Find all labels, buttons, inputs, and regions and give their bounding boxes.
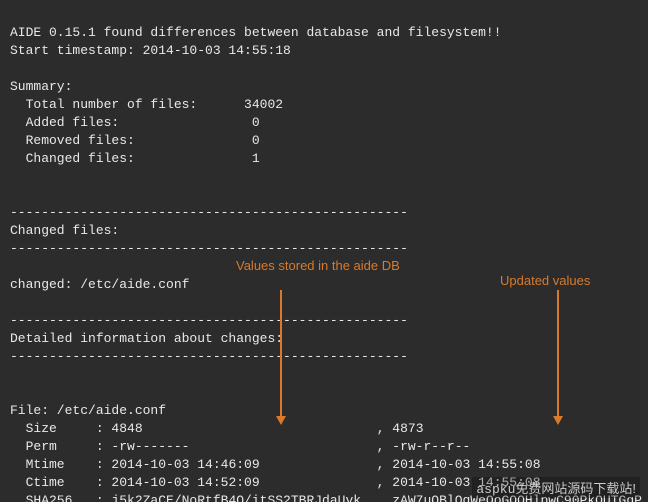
- separator: ----------------------------------------…: [10, 241, 408, 256]
- arrow-head-db: [276, 416, 286, 425]
- attr-mtime-db: 2014-10-03 14:46:09: [111, 457, 259, 472]
- annotation-updated-values: Updated values: [500, 273, 590, 288]
- changed-files-title: Changed files:: [10, 223, 119, 238]
- aide-header-line: AIDE 0.15.1 found differences between da…: [10, 25, 501, 40]
- detailed-title: Detailed information about changes:: [10, 331, 283, 346]
- annotation-db-values: Values stored in the aide DB: [236, 258, 400, 273]
- start-timestamp: Start timestamp: 2014-10-03 14:55:18: [10, 43, 291, 58]
- attr-perm-label: Perm :: [10, 439, 111, 454]
- summary-total-value: 34002: [244, 97, 283, 112]
- terminal-output: AIDE 0.15.1 found differences between da…: [0, 0, 648, 502]
- attr-sha256-comma: ,: [369, 493, 392, 502]
- changed-file-entry: changed: /etc/aide.conf: [10, 277, 189, 292]
- attr-size-new: 4873: [392, 421, 423, 436]
- summary-added-value: 0: [252, 115, 260, 130]
- attr-size-comma: ,: [369, 421, 392, 436]
- separator: ----------------------------------------…: [10, 349, 408, 364]
- summary-removed-value: 0: [252, 133, 260, 148]
- attr-size-label: Size :: [10, 421, 111, 436]
- separator: ----------------------------------------…: [10, 205, 408, 220]
- watermark: aspku免费网站源码下载站!: [472, 477, 640, 498]
- attr-ctime-db: 2014-10-03 14:52:09: [111, 475, 259, 490]
- arrow-db: [280, 290, 282, 418]
- attr-mtime-comma: ,: [369, 457, 392, 472]
- attr-perm-db: -rw-------: [111, 439, 189, 454]
- attr-mtime-label: Mtime :: [10, 457, 111, 472]
- attr-ctime-label: Ctime :: [10, 475, 111, 490]
- summary-title: Summary:: [10, 79, 72, 94]
- file-title: File: /etc/aide.conf: [10, 403, 166, 418]
- summary-total-label: Total number of files:: [10, 97, 197, 112]
- attr-ctime-comma: ,: [369, 475, 392, 490]
- arrow-head-updated: [553, 416, 563, 425]
- attr-sha256-label: SHA256 :: [10, 493, 111, 502]
- attr-perm-comma: ,: [369, 439, 392, 454]
- summary-removed-label: Removed files:: [10, 133, 135, 148]
- summary-changed-value: 1: [252, 151, 260, 166]
- arrow-updated: [557, 290, 559, 418]
- attr-mtime-new: 2014-10-03 14:55:08: [392, 457, 540, 472]
- summary-changed-label: Changed files:: [10, 151, 135, 166]
- separator: ----------------------------------------…: [10, 313, 408, 328]
- summary-added-label: Added files:: [10, 115, 119, 130]
- attr-perm-new: -rw-r--r--: [392, 439, 470, 454]
- attr-size-db: 4848: [111, 421, 142, 436]
- attr-sha256-db: j5k2ZaCE/NoRtfB4Q/itSS2TBRJdaUvk: [111, 493, 361, 502]
